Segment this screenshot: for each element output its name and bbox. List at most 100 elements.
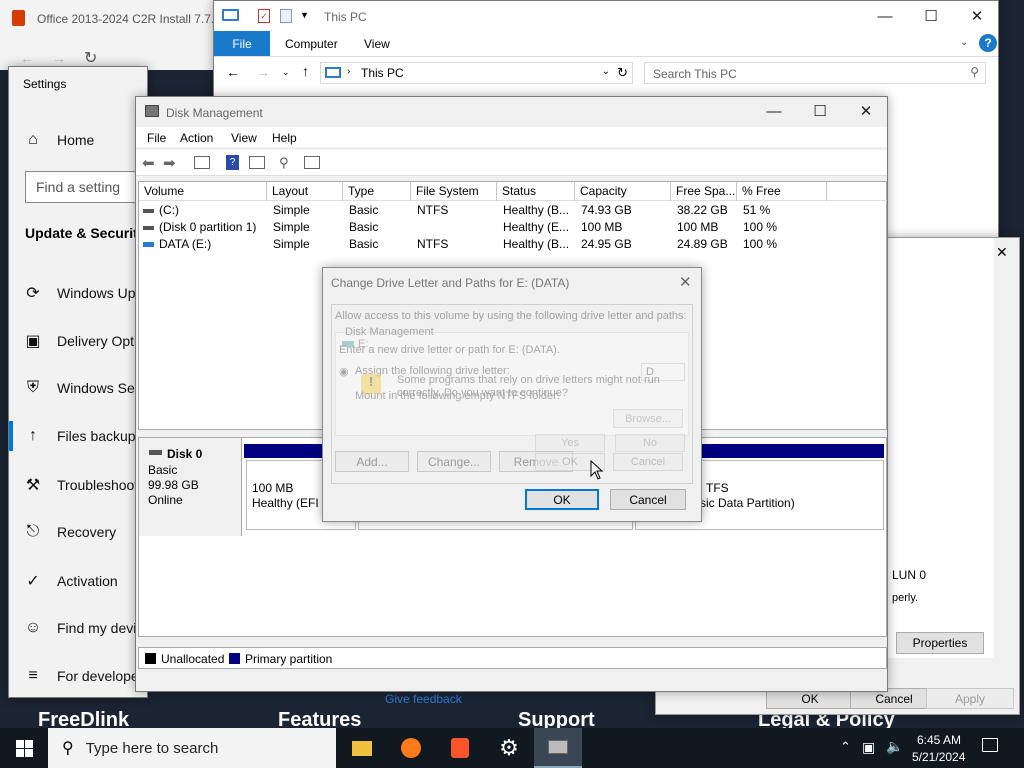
address-chevron-icon: › [347,66,351,77]
computer-icon [222,9,239,21]
ribbon-expand-icon[interactable]: ⌄ [960,37,968,48]
menu-action[interactable]: Action [180,131,213,145]
properties-qa-icon[interactable]: ✓ [258,9,270,23]
settings-home[interactable]: ⌂ Home [23,131,94,149]
ribbon-tab-computer[interactable]: Computer [285,37,338,51]
firefox-taskbar-icon[interactable] [387,728,435,768]
developer-icon: ≡ [28,667,38,684]
connect-icon[interactable]: ⚲ [279,155,289,171]
dm-close-icon[interactable]: ✕ [843,97,887,126]
dm-maximize-icon[interactable]: ☐ [797,97,843,126]
disk-management-icon [145,105,159,117]
settings-search-input[interactable]: Find a setting [25,171,147,203]
minimize-icon[interactable]: — [862,1,908,31]
settings-window: Settings ⌂ Home Find a setting Update & S… [8,66,148,698]
nav-files-backup[interactable]: ↑ Files backup [23,427,136,445]
address-dropdown-icon[interactable]: ⌄ [602,66,610,77]
nav-for-developers[interactable]: ≡ For developers [23,667,147,685]
show-hide-tree-icon[interactable] [194,156,210,169]
properties-lun: LUN 0 [892,568,927,582]
sync-icon: ⟳ [26,285,40,302]
cancel-button[interactable]: Cancel [610,489,686,510]
back-icon[interactable]: ← [20,50,34,66]
brave-taskbar-icon[interactable] [436,728,484,768]
volume-muted-icon[interactable]: 🔈 [886,738,903,755]
menu-file[interactable]: File [147,131,166,145]
qa-dropdown-icon[interactable]: ▼ [300,10,309,20]
properties-sheet-icon[interactable] [249,156,265,169]
browser-window: Office 2013-2024 C2R Install 7.7.7 ← → ↻ [0,0,230,70]
change-button[interactable]: Change... [417,451,491,472]
taskbar-search-icon: ⚲ [62,740,74,757]
dm-minimize-icon[interactable]: — [751,97,797,126]
check-circle-icon: ✓ [26,573,40,590]
col-volume[interactable]: Volume [139,182,267,201]
col-status[interactable]: Status [497,182,575,201]
ribbon-tab-view[interactable]: View [364,37,390,51]
dialog-close-icon[interactable]: ✕ [679,273,692,291]
notification-icon[interactable] [982,738,998,752]
nav-up-icon[interactable]: ↑ [302,63,309,79]
recent-dropdown-icon[interactable]: ⌄ [282,67,290,78]
nav-recovery[interactable]: ⎋ Recovery [23,523,116,541]
ghost-cancel-button: Cancel [613,453,683,471]
help-icon[interactable]: ? [979,34,997,52]
nav-troubleshoot[interactable]: ⚒ Troubleshoot [23,475,138,495]
nav-find-my-device[interactable]: ☺ Find my device [23,619,147,637]
nav-windows-update[interactable]: ⟳Windows Update [23,283,147,303]
nav-windows-security[interactable]: ⛨Windows Security [23,379,147,397]
menu-view[interactable]: View [231,131,257,145]
volume-drive-icon [143,242,154,247]
table-row[interactable]: (C:) Simple Basic NTFS Healthy (B... 74.… [139,203,887,220]
clock-time[interactable]: 6:45 AM [917,733,961,747]
tray-chevron-icon[interactable]: ⌃ [840,739,851,755]
col-type[interactable]: Type [343,182,411,201]
properties-button[interactable]: Properties [896,632,984,654]
nav-back-icon[interactable]: ← [226,64,240,80]
close-icon[interactable]: ✕ [954,1,998,31]
explorer-search-input[interactable]: Search This PC ⚲ [644,62,986,84]
back-arrow-icon[interactable]: ⬅ [142,154,155,172]
windows-logo-icon [15,739,33,757]
start-button[interactable] [0,728,48,768]
address-bar[interactable]: › This PC ⌄ ↻ [320,62,633,84]
browser-tab-title[interactable]: Office 2013-2024 C2R Install 7.7.7 [37,12,221,26]
file-explorer-taskbar-icon[interactable] [338,728,386,768]
network-icon[interactable]: ▣ [862,739,875,756]
nav-delivery-optimization[interactable]: ▣Delivery Optimization [23,331,147,351]
nav-activation[interactable]: ✓ Activation [23,571,117,591]
give-feedback-link[interactable]: Give feedback [385,692,462,706]
nav-forward-icon[interactable]: → [256,64,270,80]
col-layout[interactable]: Layout [267,182,343,201]
list-view-icon[interactable] [304,156,320,169]
disk-management-taskbar-icon[interactable] [534,728,582,768]
taskbar-search-input[interactable]: ⚲ Type here to search [48,728,336,768]
col-percent-free[interactable]: % Free [737,182,827,201]
office-icon [12,10,25,26]
backup-icon: ↑ [29,427,37,444]
menu-help[interactable]: Help [272,131,297,145]
forward-icon[interactable]: → [52,50,66,66]
ok-button[interactable]: OK [525,489,599,510]
settings-taskbar-icon[interactable]: ⚙ [485,728,533,768]
clock-date[interactable]: 5/21/2024 [912,750,965,764]
search-icon: ⚲ [970,65,979,79]
col-file-system[interactable]: File System [411,182,497,201]
ghost-no-button: No [615,434,685,452]
refresh-icon[interactable]: ↻ [617,65,628,81]
reload-icon[interactable]: ↻ [84,48,97,68]
new-folder-qa-icon[interactable] [280,9,292,23]
properties-close-icon[interactable]: ✕ [996,244,1008,261]
maximize-icon[interactable]: ☐ [908,1,954,31]
properties-apply-button[interactable]: Apply [926,688,1014,709]
table-row[interactable]: DATA (E:) Simple Basic NTFS Healthy (B..… [139,237,887,254]
volume-drive-icon [143,226,154,230]
add-button[interactable]: Add... [335,451,409,472]
ribbon-tab-file[interactable]: File [214,31,270,56]
disk-info-panel[interactable]: Disk 0 Basic 99.98 GB Online [139,438,242,536]
forward-arrow-icon[interactable]: ➡ [163,154,176,172]
help-book-icon[interactable]: ? [226,155,239,170]
col-free-space[interactable]: Free Spa... [671,182,737,201]
table-row[interactable]: (Disk 0 partition 1) Simple Basic Health… [139,220,887,237]
col-capacity[interactable]: Capacity [575,182,671,201]
